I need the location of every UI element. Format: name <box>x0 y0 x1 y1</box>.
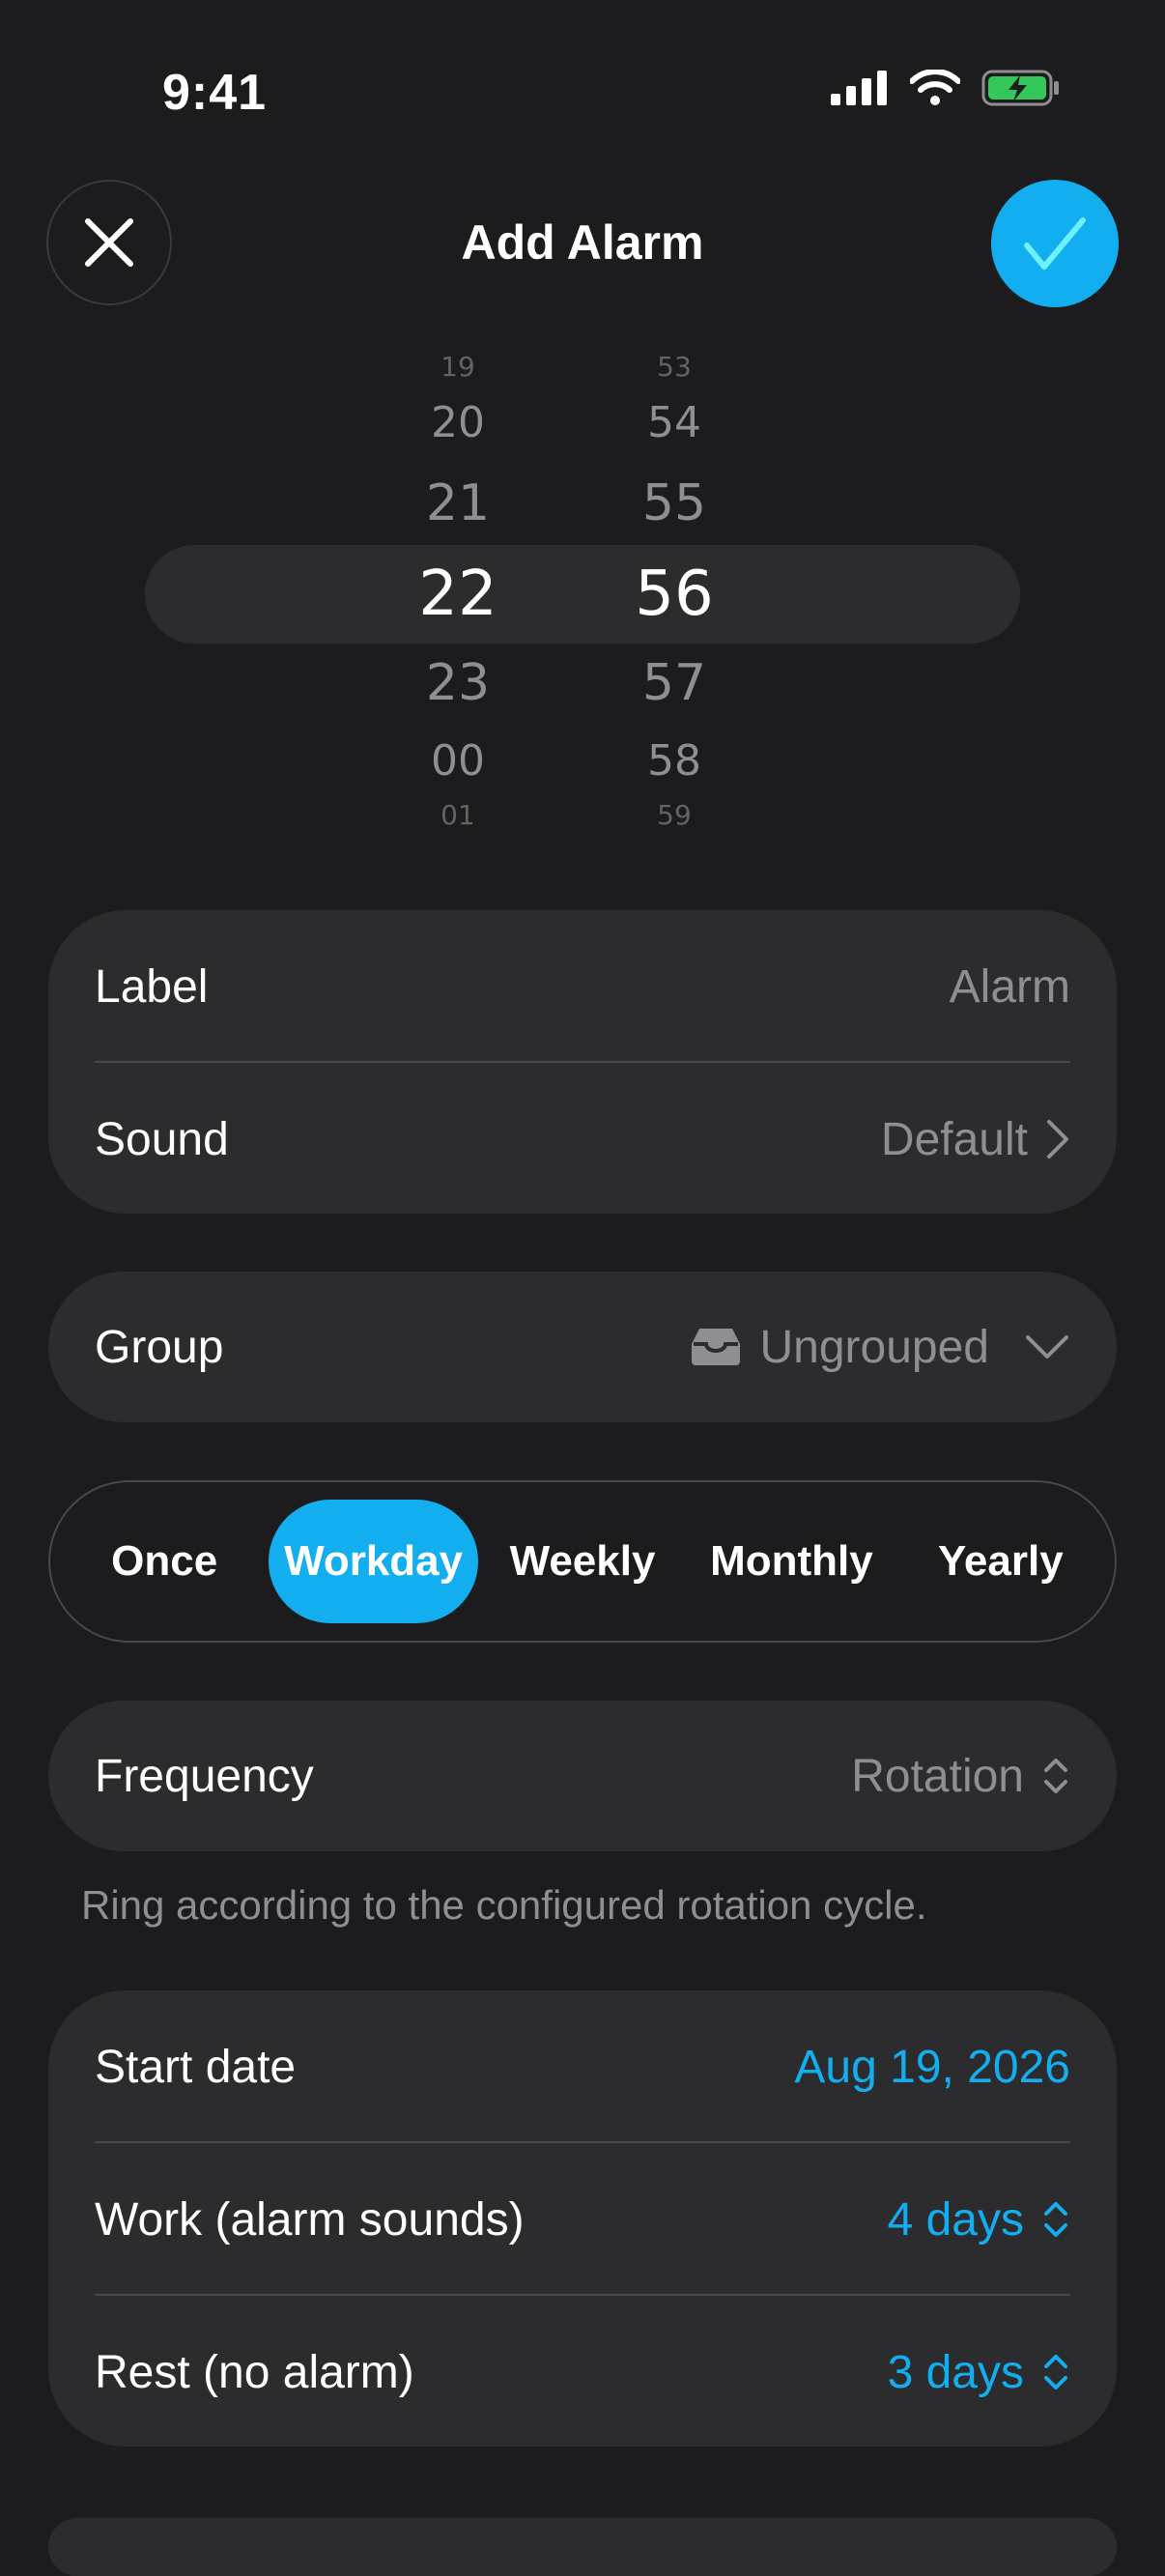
label-row-title: Label <box>95 960 209 1013</box>
status-icons <box>831 70 1061 106</box>
hour-value[interactable]: 21 <box>390 472 526 535</box>
minute-value[interactable]: 59 <box>607 798 742 833</box>
chevron-up-down-icon <box>1044 2355 1067 2390</box>
work-days-title: Work (alarm sounds) <box>95 2193 525 2246</box>
confirm-button[interactable] <box>991 180 1119 307</box>
work-days-row[interactable]: Work (alarm sounds) 4 days <box>95 2143 1070 2296</box>
tray-icon <box>692 1329 741 1365</box>
rest-days-value[interactable]: 3 days <box>888 2346 1070 2399</box>
sound-value: Default <box>880 1113 1028 1165</box>
battery-charging-icon <box>981 70 1059 106</box>
minute-value[interactable]: 54 <box>607 396 742 450</box>
group-row[interactable]: Group Ungrouped <box>95 1272 1070 1422</box>
picker-selection-highlight <box>145 545 1020 644</box>
start-date-text: Aug 19, 2026 <box>794 2041 1070 2093</box>
status-time: 9:41 <box>162 65 268 121</box>
work-days-value[interactable]: 4 days <box>888 2193 1070 2247</box>
minute-value[interactable]: 57 <box>607 651 742 715</box>
hour-value[interactable]: 22 <box>390 545 526 644</box>
status-bar: 9:41 <box>0 0 1165 184</box>
hour-value[interactable]: 20 <box>390 396 526 450</box>
repeat-segmented-control: Once Workday Weekly Monthly Yearly <box>48 1480 1117 1643</box>
work-days-text: 4 days <box>887 2193 1024 2246</box>
signal-icon <box>831 71 887 105</box>
repeat-option-weekly[interactable]: Weekly <box>478 1500 687 1623</box>
sound-row[interactable]: Sound Default <box>95 1063 1070 1216</box>
chevron-down-icon <box>1026 1335 1068 1359</box>
hour-value[interactable]: 01 <box>390 798 526 833</box>
chevron-up-down-icon <box>1044 2202 1067 2237</box>
start-date-value[interactable]: Aug 19, 2026 <box>794 2041 1070 2094</box>
rest-days-title: Rest (no alarm) <box>95 2346 414 2398</box>
minute-wheel[interactable]: 53 54 55 56 57 58 59 <box>607 329 742 850</box>
label-row[interactable]: Label Alarm <box>95 910 1070 1063</box>
chevron-right-icon <box>1047 1120 1068 1159</box>
start-date-row[interactable]: Start date Aug 19, 2026 <box>95 1990 1070 2143</box>
alarm-label-value: Alarm <box>949 960 1070 1013</box>
rest-days-text: 3 days <box>887 2346 1024 2398</box>
frequency-row[interactable]: Frequency Rotation <box>95 1701 1070 1851</box>
sound-row-title: Sound <box>95 1113 229 1165</box>
frequency-row-title: Frequency <box>95 1750 314 1802</box>
minute-value[interactable]: 55 <box>607 472 742 535</box>
group-value: Ungrouped <box>759 1321 989 1373</box>
rotation-card: Start date Aug 19, 2026 Work (alarm soun… <box>48 1990 1117 2447</box>
wifi-icon <box>910 70 960 105</box>
minute-value[interactable]: 56 <box>607 545 742 644</box>
next-card-partial <box>48 2518 1117 2576</box>
frequency-row-value: Rotation <box>851 1750 1070 1803</box>
start-date-title: Start date <box>95 2041 297 2093</box>
group-row-value: Ungrouped <box>690 1321 1070 1374</box>
repeat-option-once[interactable]: Once <box>60 1500 269 1623</box>
rest-days-row[interactable]: Rest (no alarm) 3 days <box>95 2296 1070 2448</box>
repeat-option-workday[interactable]: Workday <box>269 1500 478 1623</box>
chevron-up-down-icon <box>1044 1759 1067 1793</box>
frequency-helper-text: Ring according to the configured rotatio… <box>81 1882 927 1928</box>
time-picker[interactable]: 19 20 21 22 23 00 01 53 54 55 56 57 58 59 <box>0 329 1165 850</box>
label-sound-card: Label Alarm Sound Default <box>48 910 1117 1214</box>
checkmark-icon <box>1024 217 1086 270</box>
hour-value[interactable]: 23 <box>390 651 526 715</box>
repeat-option-yearly[interactable]: Yearly <box>896 1500 1105 1623</box>
minute-value[interactable]: 53 <box>607 352 742 383</box>
frequency-card[interactable]: Frequency Rotation <box>48 1701 1117 1851</box>
label-row-value: Alarm <box>950 960 1070 1014</box>
hour-wheel[interactable]: 19 20 21 22 23 00 01 <box>390 329 526 850</box>
group-row-title: Group <box>95 1321 224 1373</box>
sound-row-value: Default <box>881 1113 1070 1166</box>
minute-value[interactable]: 58 <box>607 734 742 788</box>
group-card[interactable]: Group Ungrouped <box>48 1272 1117 1422</box>
frequency-value: Rotation <box>851 1750 1024 1802</box>
hour-value[interactable]: 19 <box>390 352 526 383</box>
repeat-option-monthly[interactable]: Monthly <box>687 1500 895 1623</box>
hour-value[interactable]: 00 <box>390 734 526 788</box>
